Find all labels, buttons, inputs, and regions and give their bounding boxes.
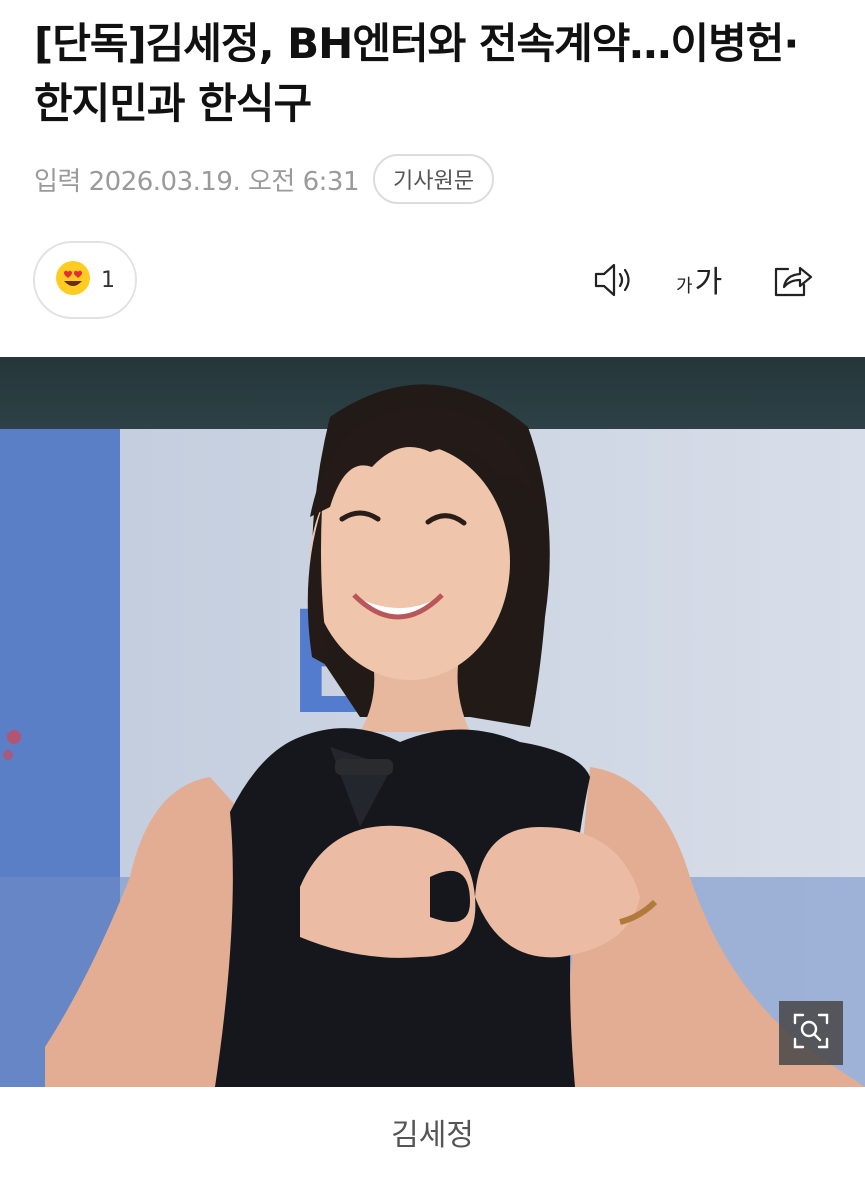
zoom-icon (791, 1011, 831, 1055)
font-size-small-label: 가 (676, 276, 693, 297)
original-article-button[interactable]: 기사원문 (373, 154, 494, 204)
reaction-button[interactable]: 1 (33, 241, 137, 319)
publish-date: 입력 2026.03.19. 오전 6:31 (34, 166, 360, 197)
photo-illustration: BC (0, 357, 865, 1087)
heart-eyes-emoji-icon (55, 260, 91, 300)
article-photo[interactable]: BC (0, 357, 865, 1087)
photo-caption: 김세정 (391, 1118, 474, 1153)
speaker-icon[interactable] (590, 260, 636, 300)
article-meta: 입력 2026.03.19. 오전 6:31 기사원문 (34, 152, 494, 206)
article-title: [단독]김세정, BH엔터와 전속계약…이병헌·한지민과 한식구 (34, 19, 799, 128)
font-size-large-label: 가 (694, 265, 723, 300)
zoom-button[interactable] (779, 1001, 843, 1065)
reaction-count: 1 (101, 267, 115, 293)
share-icon[interactable] (770, 260, 816, 300)
font-size-button[interactable]: 가 가 (676, 257, 722, 301)
